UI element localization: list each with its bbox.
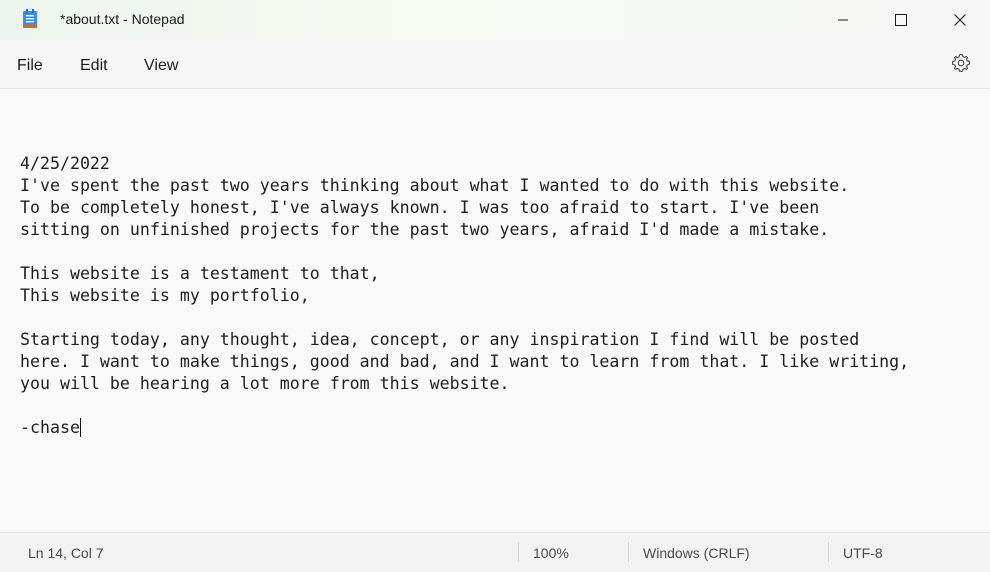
text-line[interactable]: here. I want to make things, good and ba… (20, 351, 970, 373)
text-line[interactable] (20, 395, 970, 417)
close-button[interactable] (931, 0, 989, 40)
text-line[interactable]: This website is my portfolio, (20, 285, 970, 307)
status-line-ending[interactable]: Windows (CRLF) (643, 545, 750, 561)
text-line[interactable]: you will be hearing a lot more from this… (20, 373, 970, 395)
menu-edit[interactable]: Edit (80, 57, 108, 75)
text-line[interactable]: 4/25/2022 (20, 153, 970, 175)
text-caret (79, 418, 81, 437)
text-line[interactable]: This website is a testament to that, (20, 263, 970, 285)
notepad-window: *about.txt - Notepad File Edit View 4/25… (0, 0, 990, 572)
notepad-icon (22, 9, 38, 29)
status-bar: Ln 14, Col 7 100% Windows (CRLF) UTF-8 (0, 532, 990, 572)
status-divider (628, 542, 629, 562)
text-line[interactable]: I've spent the past two years thinking a… (20, 175, 970, 197)
text-line[interactable]: sitting on unfinished projects for the p… (20, 219, 970, 241)
text-line[interactable]: To be completely honest, I've always kno… (20, 197, 970, 219)
text-line[interactable] (20, 131, 970, 153)
text-line[interactable] (20, 241, 970, 263)
status-divider (828, 542, 829, 562)
status-zoom[interactable]: 100% (533, 545, 569, 561)
maximize-icon (895, 14, 907, 26)
status-encoding[interactable]: UTF-8 (843, 545, 883, 561)
menu-file[interactable]: File (17, 57, 43, 75)
gear-icon (951, 53, 971, 78)
window-title: *about.txt - Notepad (60, 11, 185, 27)
menu-view[interactable]: View (144, 57, 178, 75)
minimize-icon (837, 14, 849, 26)
text-line[interactable]: -chase (20, 417, 970, 439)
status-cursor-position: Ln 14, Col 7 (28, 545, 104, 561)
text-line[interactable]: Starting today, any thought, idea, conce… (20, 329, 970, 351)
text-line[interactable] (20, 307, 970, 329)
close-icon (954, 14, 966, 26)
minimize-button[interactable] (814, 0, 872, 40)
maximize-button[interactable] (872, 0, 930, 40)
status-divider (518, 542, 519, 562)
document-text[interactable]: 4/25/2022 I've spent the past two years t… (20, 131, 970, 439)
menu-bar: File Edit View (0, 40, 990, 88)
text-editor[interactable]: 4/25/2022 I've spent the past two years t… (0, 88, 990, 532)
settings-button[interactable] (948, 52, 974, 78)
title-bar[interactable]: *about.txt - Notepad (0, 0, 990, 40)
